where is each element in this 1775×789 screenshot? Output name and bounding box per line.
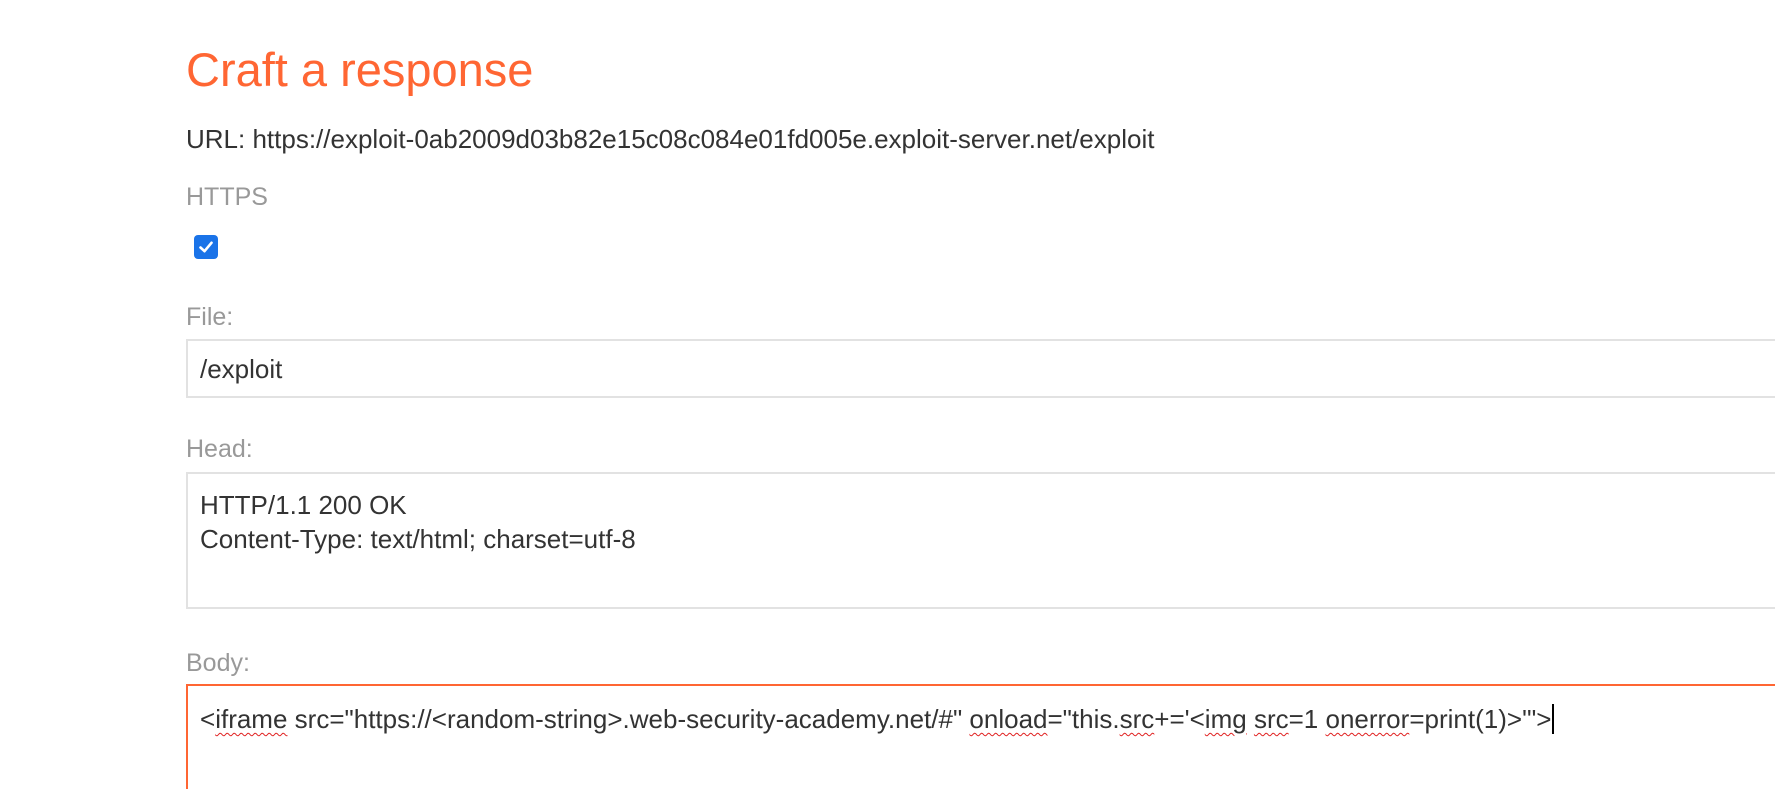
misspelled-word: src <box>1253 704 1289 734</box>
https-checkbox[interactable] <box>194 235 218 259</box>
head-label: Head: <box>186 435 253 463</box>
misspelled-word: img <box>1204 704 1247 734</box>
body-text: <iframe src="https://<random-string>.web… <box>200 704 1552 734</box>
misspelled-word: src <box>1119 704 1155 734</box>
head-line-status: HTTP/1.1 200 OK <box>200 490 407 520</box>
file-input[interactable]: /exploit <box>186 339 1775 398</box>
misspelled-word: onload <box>969 704 1048 734</box>
page-title: Craft a response <box>186 43 534 96</box>
misspelled-word: iframe <box>215 704 288 734</box>
https-label: HTTPS <box>186 183 268 211</box>
body-textarea[interactable]: <iframe src="https://<random-string>.web… <box>186 684 1775 789</box>
exploit-url: URL: https://exploit-0ab2009d03b82e15c08… <box>186 124 1155 154</box>
misspelled-word: onerror <box>1325 704 1410 734</box>
text-cursor <box>1552 704 1555 734</box>
head-textarea[interactable]: HTTP/1.1 200 OK Content-Type: text/html;… <box>186 472 1775 609</box>
body-label: Body: <box>186 649 250 677</box>
file-label: File: <box>186 303 234 331</box>
head-line-content-type: Content-Type: text/html; charset=utf-8 <box>200 524 636 554</box>
checkmark-icon <box>199 241 213 253</box>
exploit-server-page: Craft a response URL: https://exploit-0a… <box>0 0 1775 789</box>
